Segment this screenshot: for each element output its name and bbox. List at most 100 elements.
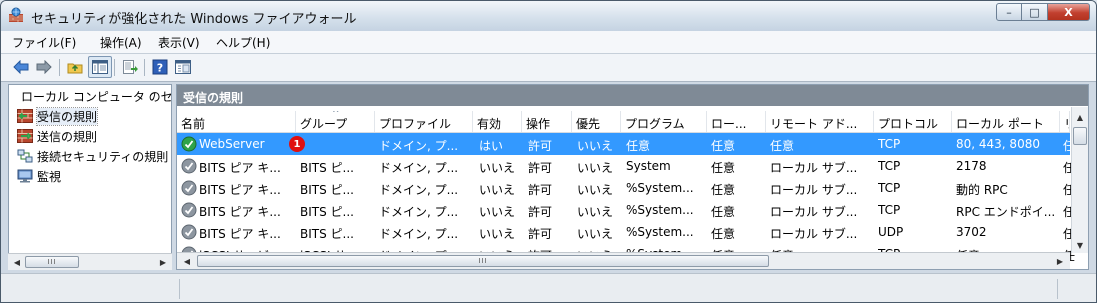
nav-item-outbound-rules[interactable]: 送信の規則	[17, 127, 97, 145]
column-header-group[interactable]: ^ グループ	[296, 111, 375, 132]
minimize-icon: –	[1006, 5, 1012, 19]
minimize-button[interactable]: –	[996, 3, 1022, 21]
rule-disabled-check-icon	[181, 180, 197, 196]
column-header-enabled[interactable]: 有効	[473, 111, 522, 132]
menu-help[interactable]: ヘルプ(H)	[216, 34, 270, 51]
rules-vertical-scrollbar[interactable]: ▲ ▼	[1071, 107, 1088, 253]
cell-profile: ドメイン, プ...	[379, 227, 459, 241]
scroll-down-arrow-icon[interactable]: ▼	[1074, 239, 1086, 251]
column-header-local-port[interactable]: ローカル ポート	[952, 111, 1060, 132]
scroll-thumb[interactable]	[1073, 127, 1087, 145]
cell-group: BITS ピ...	[300, 183, 354, 197]
cell-local-address: 任意	[711, 139, 736, 153]
nav-item-label: 監視	[37, 169, 62, 184]
scroll-right-arrow-icon[interactable]: ▶	[1054, 255, 1066, 267]
nav-item-local-computer[interactable]: ローカル コンピュータ のセ	[11, 87, 172, 105]
help-button[interactable]: ?	[151, 58, 169, 76]
close-button[interactable]: X	[1048, 3, 1090, 21]
column-header-row: 名前 ^ グループ プロファイル 有効 操作 優先 プログラム ロー... リモ…	[177, 111, 1070, 133]
cell-remote-address: ローカル サブ...	[770, 205, 858, 219]
nav-item-label: 接続セキュリティの規則	[37, 149, 169, 164]
rule-enabled-check-icon	[181, 136, 197, 152]
close-icon: X	[1064, 5, 1073, 19]
callout-number-badge: 1	[289, 136, 305, 152]
table-row[interactable]: BITS ピア キ... BITS ピ... ドメイン, プ... いいえ 許可…	[177, 221, 1075, 243]
back-button[interactable]	[12, 58, 30, 76]
cell-action: 許可	[528, 227, 553, 241]
scroll-thumb[interactable]: III	[25, 256, 79, 268]
nav-item-inbound-rules[interactable]: 受信の規則	[17, 106, 99, 126]
rules-horizontal-scrollbar[interactable]: ◀ III ▶	[177, 252, 1070, 269]
cell-protocol: TCP	[878, 181, 901, 195]
column-header-remote-address[interactable]: リモート アド...	[766, 111, 874, 132]
cell-action: 許可	[528, 183, 553, 197]
column-header-profile[interactable]: プロファイル	[375, 111, 473, 132]
cell-action: 許可	[528, 205, 553, 219]
tree-line	[11, 89, 17, 103]
table-row[interactable]: BITS ピア キ... BITS ピ... ドメイン, プ... いいえ 許可…	[177, 155, 1075, 177]
scroll-right-arrow-icon[interactable]: ▶	[157, 256, 169, 268]
cell-name: BITS ピア キ...	[199, 227, 281, 241]
menu-view[interactable]: 表示(V)	[158, 34, 200, 51]
column-header-remote-port[interactable]: リ	[1060, 111, 1070, 132]
status-bar	[1, 273, 1096, 302]
nav-item-label: ローカル コンピュータ のセ	[21, 89, 172, 104]
nav-horizontal-scrollbar[interactable]: ◀ III ▶	[8, 253, 172, 270]
cell-remote-address: ローカル サブ...	[770, 161, 858, 175]
sort-ascending-icon: ^	[332, 111, 340, 119]
cell-program: %System...	[626, 181, 694, 195]
maximize-icon: □	[1029, 5, 1040, 19]
column-header-local-address[interactable]: ロー...	[707, 111, 766, 132]
up-folder-button[interactable]	[66, 58, 84, 76]
nav-item-connection-security[interactable]: 接続セキュリティの規則	[17, 147, 168, 165]
table-row[interactable]: BITS ピア キ... BITS ピ... ドメイン, プ... いいえ 許可…	[177, 199, 1075, 221]
cell-override: いいえ	[577, 205, 614, 219]
scroll-left-arrow-icon[interactable]: ◀	[181, 255, 193, 267]
rule-disabled-check-icon	[181, 158, 197, 174]
status-separator	[1057, 279, 1058, 299]
cell-program: %System...	[626, 203, 694, 217]
column-header-action[interactable]: 操作	[522, 111, 572, 132]
column-header-name[interactable]: 名前	[177, 111, 296, 132]
forward-button[interactable]	[35, 58, 53, 76]
forward-arrow-icon	[36, 60, 52, 74]
firewall-window: セキュリティが強化された Windows ファイアウォール – □ X ファイル…	[0, 0, 1097, 303]
cell-enabled: いいえ	[479, 227, 516, 241]
connection-security-icon	[17, 149, 33, 163]
menu-file[interactable]: ファイル(F)	[12, 34, 76, 51]
cell-program: System	[626, 159, 671, 173]
table-row[interactable]: BITS ピア キ... BITS ピ... ドメイン, プ... いいえ 許可…	[177, 177, 1075, 199]
nav-item-label: 送信の規則	[37, 129, 98, 144]
table-row[interactable]: WebServer 1 ドメイン, プ... はい 許可 いいえ 任意 任意 任…	[177, 133, 1075, 155]
cell-local-address: 任意	[711, 161, 736, 175]
scroll-up-arrow-icon[interactable]: ▲	[1074, 111, 1086, 123]
export-list-button[interactable]	[121, 58, 139, 76]
cell-action: 許可	[528, 139, 553, 153]
title-bar[interactable]: セキュリティが強化された Windows ファイアウォール – □ X	[1, 1, 1096, 31]
window-title: セキュリティが強化された Windows ファイアウォール	[31, 12, 357, 27]
back-arrow-icon	[13, 60, 29, 74]
cell-action: 許可	[528, 161, 553, 175]
properties-button[interactable]	[174, 58, 192, 76]
cell-profile: ドメイン, プ...	[379, 139, 459, 153]
rule-disabled-check-icon	[181, 202, 197, 218]
cell-protocol: TCP	[878, 203, 901, 217]
column-header-program[interactable]: プログラム	[621, 111, 707, 132]
column-header-override[interactable]: 優先	[572, 111, 621, 132]
column-header-protocol[interactable]: プロトコル	[874, 111, 952, 132]
cell-override: いいえ	[577, 227, 614, 241]
cell-name: WebServer	[199, 137, 265, 151]
toolbar-separator	[144, 59, 145, 76]
monitoring-icon	[17, 169, 33, 183]
cell-override: いいえ	[577, 139, 614, 153]
cell-remote-address: 任意	[770, 139, 795, 153]
maximize-button[interactable]: □	[1022, 3, 1048, 21]
cell-name: BITS ピア キ...	[199, 205, 281, 219]
scroll-thumb[interactable]: III	[197, 255, 769, 267]
rule-disabled-check-icon	[181, 224, 197, 240]
nav-item-monitoring[interactable]: 監視	[17, 167, 61, 185]
menu-action[interactable]: 操作(A)	[100, 34, 142, 51]
show-hide-tree-button[interactable]	[88, 56, 112, 78]
scroll-left-arrow-icon[interactable]: ◀	[11, 256, 23, 268]
cell-enabled: いいえ	[479, 205, 516, 219]
